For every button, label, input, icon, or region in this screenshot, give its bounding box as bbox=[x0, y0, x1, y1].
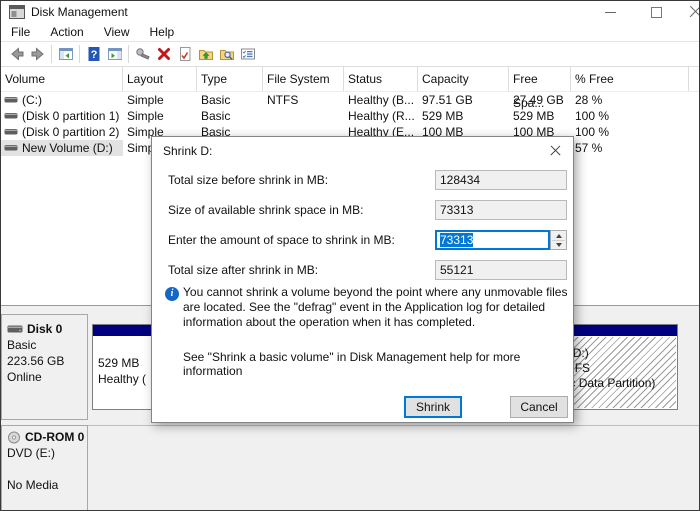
table-row[interactable]: (Disk 0 partition 1) Simple Basic Health… bbox=[1, 108, 699, 124]
total-after-field: 55121 bbox=[435, 260, 567, 280]
menu-bar: File Action View Help bbox=[1, 23, 699, 41]
volume-icon bbox=[4, 143, 18, 153]
volume-icon bbox=[4, 95, 18, 105]
col-status[interactable]: Status bbox=[344, 67, 418, 91]
info-icon: i bbox=[165, 287, 179, 301]
col-volume[interactable]: Volume bbox=[1, 67, 123, 91]
total-before-field: 128434 bbox=[435, 170, 567, 190]
details-icon[interactable] bbox=[237, 43, 258, 65]
screwdriver-icon[interactable] bbox=[132, 43, 153, 65]
help-icon[interactable]: ? bbox=[83, 43, 104, 65]
field-label: Enter the amount of space to shrink in M… bbox=[168, 230, 395, 250]
shrink-amount-input[interactable]: 73313 bbox=[435, 230, 550, 250]
shrink-button[interactable]: Shrink bbox=[404, 396, 462, 418]
field-label: Total size before shrink in MB: bbox=[168, 170, 328, 190]
maximize-icon bbox=[651, 7, 662, 18]
app-icon bbox=[9, 5, 25, 19]
maximize-button[interactable] bbox=[642, 1, 672, 23]
menu-file[interactable]: File bbox=[1, 23, 40, 41]
menu-view[interactable]: View bbox=[94, 23, 140, 41]
shrink-dialog: Shrink D: Total size before shrink in MB… bbox=[151, 136, 574, 423]
svg-text:?: ? bbox=[90, 49, 97, 61]
chevron-up-icon bbox=[556, 234, 562, 238]
col-layout[interactable]: Layout bbox=[123, 67, 197, 91]
col-capacity[interactable]: Capacity bbox=[418, 67, 509, 91]
dialog-help-text: See "Shrink a basic volume" in Disk Mana… bbox=[183, 350, 568, 378]
delete-icon[interactable] bbox=[153, 43, 174, 65]
disk-row-divider bbox=[1, 425, 699, 426]
window-title: Disk Management bbox=[31, 1, 128, 23]
col-free-space[interactable]: Free Spa... bbox=[509, 67, 571, 91]
toolbar-separator bbox=[51, 45, 52, 63]
spin-up-button[interactable] bbox=[551, 231, 566, 240]
dialog-info-text: You cannot shrink a volume beyond the po… bbox=[183, 285, 578, 330]
shrink-amount-spinner bbox=[550, 230, 567, 250]
disk0-status: Online bbox=[7, 369, 87, 385]
menu-help[interactable]: Help bbox=[140, 23, 185, 41]
cd-rom-icon bbox=[7, 431, 22, 444]
disk-icon bbox=[7, 324, 24, 335]
checklist-icon[interactable] bbox=[174, 43, 195, 65]
action-pane-icon[interactable] bbox=[104, 43, 125, 65]
field-label: Size of available shrink space in MB: bbox=[168, 200, 363, 220]
console-tree-icon[interactable] bbox=[55, 43, 76, 65]
minimize-icon bbox=[605, 12, 616, 13]
col-file-system[interactable]: File System bbox=[263, 67, 344, 91]
cancel-button[interactable]: Cancel bbox=[510, 396, 568, 418]
volume-icon bbox=[4, 111, 18, 121]
disk-management-window: Disk Management File Action View Help bbox=[0, 0, 700, 511]
cdrom-media: DVD (E:) bbox=[7, 445, 87, 461]
forward-icon[interactable] bbox=[27, 43, 48, 65]
dialog-close-button[interactable] bbox=[545, 142, 567, 160]
cdrom-name: CD-ROM 0 bbox=[25, 429, 84, 445]
back-icon[interactable] bbox=[6, 43, 27, 65]
folder-up-icon[interactable] bbox=[195, 43, 216, 65]
cdrom-status: No Media bbox=[7, 477, 87, 493]
spin-down-button[interactable] bbox=[551, 240, 566, 249]
cdrom-header[interactable]: CD-ROM 0 DVD (E:) No Media bbox=[1, 425, 88, 511]
volume-icon bbox=[4, 127, 18, 137]
col-pct-free[interactable]: % Free bbox=[571, 67, 689, 91]
disk0-header[interactable]: Disk 0 Basic 223.56 GB Online bbox=[1, 314, 88, 420]
folder-search-icon[interactable] bbox=[216, 43, 237, 65]
title-bar[interactable]: Disk Management bbox=[1, 1, 699, 23]
disk0-size: 223.56 GB bbox=[7, 353, 87, 369]
toolbar: ? bbox=[1, 41, 699, 67]
chevron-down-icon bbox=[556, 243, 562, 247]
field-label: Total size after shrink in MB: bbox=[168, 260, 318, 280]
dialog-title-bar[interactable]: Shrink D: bbox=[152, 137, 573, 165]
disk0-type: Basic bbox=[7, 337, 87, 353]
table-row[interactable]: (C:) Simple Basic NTFS Healthy (B... 97.… bbox=[1, 92, 699, 108]
volume-list-header: Volume Layout Type File System Status Ca… bbox=[1, 67, 699, 92]
menu-action[interactable]: Action bbox=[40, 23, 93, 41]
close-button[interactable] bbox=[687, 1, 699, 23]
minimize-button[interactable] bbox=[597, 1, 627, 23]
dialog-title: Shrink D: bbox=[163, 137, 212, 165]
available-space-field: 73313 bbox=[435, 200, 567, 220]
col-type[interactable]: Type bbox=[197, 67, 263, 91]
disk0-name: Disk 0 bbox=[27, 321, 62, 337]
